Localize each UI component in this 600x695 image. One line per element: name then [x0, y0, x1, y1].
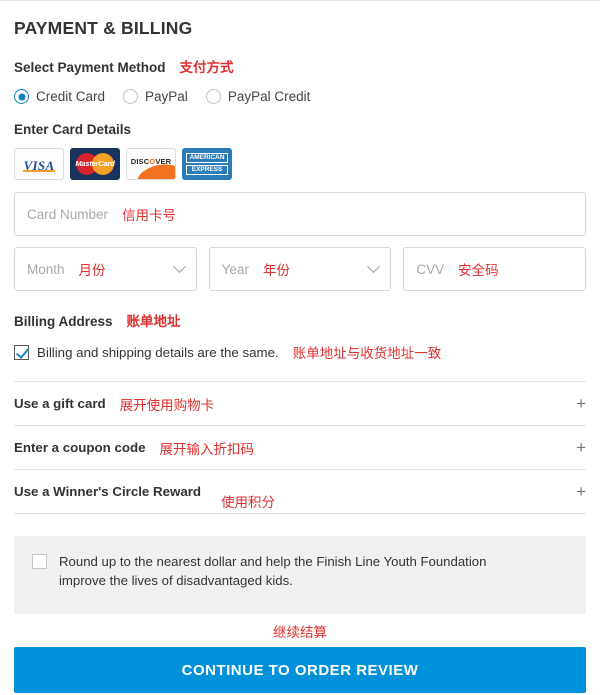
billing-same-as-shipping-row[interactable]: Billing and shipping details are the sam… — [14, 342, 586, 362]
enter-card-details-label: Enter Card Details — [14, 122, 586, 137]
discover-card-logo: DISCOVER — [126, 148, 176, 180]
cvv-placeholder: CVV — [416, 261, 445, 277]
accordion-coupon-code-label: Enter a coupon code — [14, 440, 146, 455]
cta-annotation-wrap: 继续结算 — [14, 621, 586, 642]
card-number-input[interactable]: Card Number 信用卡号 — [14, 192, 586, 236]
expiry-year-annotation: 年份 — [262, 263, 290, 279]
billing-address-annotation: 账单地址 — [126, 314, 181, 330]
payment-billing-page: PAYMENT & BILLING Select Payment Method … — [0, 0, 600, 695]
select-payment-method-annotation: 支付方式 — [179, 60, 234, 76]
payment-option-paypal-label: PayPal — [145, 89, 188, 104]
amex-logo-line2: EXPRESS — [186, 165, 228, 175]
payment-option-credit-card[interactable]: Credit Card — [14, 89, 105, 104]
cvv-annotation: 安全码 — [458, 263, 499, 279]
round-up-description: Round up to the nearest dollar and help … — [59, 554, 487, 589]
expiry-month-annotation: 月份 — [78, 263, 106, 279]
select-payment-method-label: Select Payment Method 支付方式 — [14, 56, 586, 76]
select-payment-method-text: Select Payment Method — [14, 60, 166, 75]
billing-same-as-shipping-checkbox[interactable] — [14, 344, 29, 360]
accepted-card-logos: VISA MasterCard DISCOVER AMERICAN EXPRES… — [14, 148, 586, 180]
page-title: PAYMENT & BILLING — [14, 18, 193, 38]
enter-card-details-text: Enter Card Details — [14, 122, 132, 137]
billing-same-as-shipping-annotation: 账单地址与收货地址一致 — [292, 346, 442, 362]
chevron-down-icon[interactable] — [172, 259, 186, 273]
plus-icon[interactable]: + — [576, 483, 586, 500]
plus-icon[interactable]: + — [576, 439, 586, 456]
discover-logo-text-a: DISC — [130, 157, 150, 166]
payment-option-paypal-credit-label: PayPal Credit — [227, 89, 311, 104]
billing-same-as-shipping-label: Billing and shipping details are the sam… — [37, 344, 279, 360]
expiry-month-select[interactable]: Month 月份 — [14, 247, 197, 291]
billing-address-label: Billing Address 账单地址 — [14, 310, 586, 330]
extras-accordion-list: Use a gift card 展开使用购物卡 + Enter a coupon… — [14, 381, 586, 514]
payment-option-credit-card-label: Credit Card — [36, 89, 106, 104]
chevron-down-icon[interactable] — [367, 259, 381, 273]
accordion-winners-circle-reward-label: Use a Winner's Circle Reward — [14, 484, 202, 499]
visa-card-logo: VISA — [14, 148, 64, 180]
continue-to-order-review-button[interactable]: CONTINUE TO ORDER REVIEW — [14, 647, 586, 693]
expiry-month-placeholder: Month — [27, 261, 65, 277]
accordion-gift-card-label: Use a gift card — [14, 396, 106, 411]
amex-logo-line1: AMERICAN — [186, 153, 228, 163]
card-number-annotation: 信用卡号 — [122, 208, 177, 224]
cta-annotation: 继续结算 — [273, 625, 327, 641]
visa-logo-swoosh — [23, 170, 55, 172]
accordion-coupon-code-annotation: 展开输入折扣码 — [159, 441, 255, 458]
cvv-input[interactable]: CVV 安全码 — [403, 247, 587, 291]
billing-address-text: Billing Address — [14, 314, 113, 329]
mastercard-logo-text: MasterCard — [75, 159, 115, 168]
accordion-winners-circle-reward[interactable]: Use a Winner's Circle Reward 使用积分 + — [14, 470, 586, 514]
accordion-gift-card[interactable]: Use a gift card 展开使用购物卡 + — [14, 382, 586, 426]
accordion-winners-circle-reward-annotation: 使用积分 — [221, 494, 276, 511]
accordion-coupon-code[interactable]: Enter a coupon code 展开输入折扣码 + — [14, 426, 586, 470]
radio-paypal-icon[interactable] — [123, 89, 139, 104]
accordion-gift-card-annotation: 展开使用购物卡 — [119, 397, 215, 414]
round-up-checkbox[interactable] — [32, 554, 47, 569]
card-number-placeholder: Card Number — [27, 206, 109, 222]
radio-credit-card-icon[interactable] — [14, 89, 29, 104]
plus-icon[interactable]: + — [576, 395, 586, 412]
expiry-year-placeholder: Year — [221, 261, 249, 277]
payment-option-paypal[interactable]: PayPal — [123, 89, 188, 104]
expiry-year-select[interactable]: Year 年份 — [208, 247, 392, 291]
radio-paypal-credit-icon[interactable] — [205, 89, 221, 104]
payment-method-radio-group: Credit Card PayPal PayPal Credit — [14, 89, 586, 104]
mastercard-card-logo: MasterCard — [70, 148, 120, 180]
amex-card-logo: AMERICAN EXPRESS — [182, 148, 232, 180]
top-divider — [0, 0, 600, 1]
round-up-donation-panel[interactable]: Round up to the nearest dollar and help … — [14, 536, 586, 614]
payment-option-paypal-credit[interactable]: PayPal Credit — [205, 89, 311, 104]
expiry-cvv-row: Month 月份 Year 年份 CVV 安全码 — [14, 236, 587, 291]
